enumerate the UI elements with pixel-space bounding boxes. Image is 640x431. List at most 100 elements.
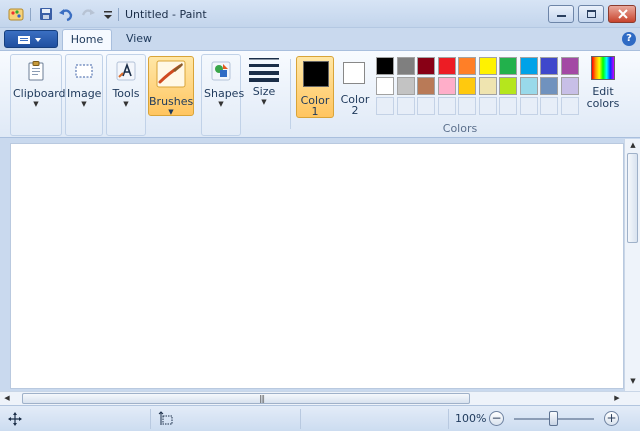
undo-icon[interactable] (58, 6, 74, 22)
vertical-scrollbar[interactable]: ▲ ▼ (624, 139, 640, 391)
palette-color-swatch[interactable] (519, 77, 538, 95)
image-button[interactable]: Image ▼ (67, 60, 101, 108)
palette-color-swatch[interactable] (499, 57, 517, 75)
brushes-button[interactable]: Brushes ▼ (148, 56, 194, 116)
minimize-icon (557, 15, 566, 17)
colors-group-label: Colors (442, 122, 478, 135)
palette-color-swatch[interactable] (417, 57, 435, 75)
scroll-right-icon[interactable]: ▶ (612, 394, 622, 402)
scroll-up-icon[interactable]: ▲ (625, 141, 640, 149)
title-separator (118, 8, 119, 21)
custom-color-slot[interactable] (396, 97, 415, 115)
horizontal-scrollbar[interactable]: ◀ ||| ▶ (0, 391, 640, 405)
palette-color-swatch[interactable] (519, 57, 538, 75)
clipboard-icon (28, 61, 44, 81)
palette-color-swatch[interactable] (540, 77, 558, 95)
status-separator (448, 409, 449, 429)
shapes-button[interactable]: Shapes ▼ (204, 60, 245, 108)
maximize-icon (587, 10, 596, 18)
color1-button[interactable]: Color 1 (296, 56, 334, 118)
custom-color-slot[interactable] (458, 97, 476, 115)
palette-color-swatch[interactable] (499, 77, 517, 95)
palette-color-swatch[interactable] (478, 77, 497, 95)
edit-colors-label-line2: colors (586, 97, 620, 110)
tab-view[interactable]: View (117, 29, 161, 50)
custom-color-slot[interactable] (376, 97, 394, 115)
tools-button[interactable]: Tools ▼ (109, 60, 143, 108)
menu-icon (18, 36, 41, 44)
palette-color-swatch[interactable] (560, 77, 579, 95)
drawing-canvas[interactable] (10, 143, 624, 389)
scroll-grip-icon: ||| (259, 394, 265, 403)
line-size-icon (249, 58, 279, 82)
tools-label: Tools (112, 87, 140, 100)
status-separator (300, 409, 301, 429)
save-icon[interactable] (38, 6, 54, 22)
palette-color-swatch[interactable] (458, 57, 476, 75)
image-group: Image ▼ (65, 54, 103, 136)
chevron-down-icon: ▼ (33, 100, 39, 108)
minimize-button[interactable] (548, 5, 574, 23)
brushes-label: Brushes (149, 95, 194, 108)
palette-color-swatch[interactable] (437, 77, 456, 95)
custom-color-slot[interactable] (437, 97, 456, 115)
scroll-down-icon[interactable]: ▼ (625, 377, 640, 385)
palette-color-swatch[interactable] (478, 57, 497, 75)
palette-color-swatch[interactable] (560, 57, 579, 75)
shapes-label: Shapes (204, 87, 245, 100)
palette-color-swatch[interactable] (417, 77, 435, 95)
chevron-down-icon: ▼ (123, 100, 129, 108)
custom-color-slot[interactable] (560, 97, 579, 115)
clipboard-label: Clipboard (13, 87, 66, 100)
ribbon-separator (290, 59, 291, 129)
text-tool-icon (116, 61, 136, 81)
chevron-down-icon: ▼ (261, 98, 267, 106)
close-button[interactable] (608, 5, 636, 23)
help-button[interactable]: ? (622, 32, 636, 46)
color1-label-line2: 1 (311, 105, 319, 118)
status-bar: 100% − + (0, 405, 640, 431)
palette-color-swatch[interactable] (396, 77, 415, 95)
clipboard-button[interactable]: Clipboard ▼ (13, 60, 66, 108)
custom-color-slot[interactable] (540, 97, 558, 115)
size-button[interactable]: Size ▼ (247, 56, 281, 106)
chevron-down-icon: ▼ (218, 100, 224, 108)
palette-color-swatch[interactable] (376, 57, 394, 75)
shapes-icon (211, 61, 231, 81)
close-icon (618, 9, 628, 19)
status-separator (150, 409, 151, 429)
title-bar: Untitled - Paint (0, 0, 640, 28)
palette-color-swatch[interactable] (437, 57, 456, 75)
maximize-button[interactable] (578, 5, 604, 23)
color2-label-line2: 2 (351, 104, 359, 117)
palette-color-swatch[interactable] (458, 77, 476, 95)
custom-color-slot[interactable] (499, 97, 517, 115)
scroll-left-icon[interactable]: ◀ (2, 394, 12, 402)
custom-color-slot[interactable] (417, 97, 435, 115)
brush-icon (156, 60, 186, 88)
paint-menu-button[interactable] (4, 30, 58, 48)
palette-color-swatch[interactable] (396, 57, 415, 75)
paint-app-icon[interactable] (8, 6, 24, 22)
clipboard-group: Clipboard ▼ (10, 54, 66, 136)
palette-color-swatch[interactable] (540, 57, 558, 75)
palette-color-swatch[interactable] (376, 77, 394, 95)
size-label: Size (252, 85, 276, 98)
zoom-level: 100% (455, 412, 487, 425)
zoom-out-button[interactable]: − (489, 411, 504, 426)
zoom-slider-thumb[interactable] (549, 411, 558, 426)
ribbon: Clipboard ▼ Image ▼ Tools ▼ Brushes ▼ Sh… (0, 50, 640, 138)
color1-swatch (303, 61, 329, 87)
redo-icon[interactable] (80, 6, 96, 22)
tab-home[interactable]: Home (62, 29, 112, 50)
zoom-in-button[interactable]: + (604, 411, 619, 426)
tools-group: Tools ▼ (106, 54, 146, 136)
image-label: Image (67, 87, 102, 100)
vertical-scroll-thumb[interactable] (627, 153, 638, 243)
customize-toolbar-icon[interactable] (100, 6, 116, 22)
edit-colors-button[interactable]: Edit colors (586, 56, 620, 110)
horizontal-scroll-thumb[interactable]: ||| (22, 393, 470, 404)
custom-color-slot[interactable] (478, 97, 497, 115)
color2-button[interactable]: Color 2 (339, 56, 371, 118)
custom-color-slot[interactable] (519, 97, 538, 115)
